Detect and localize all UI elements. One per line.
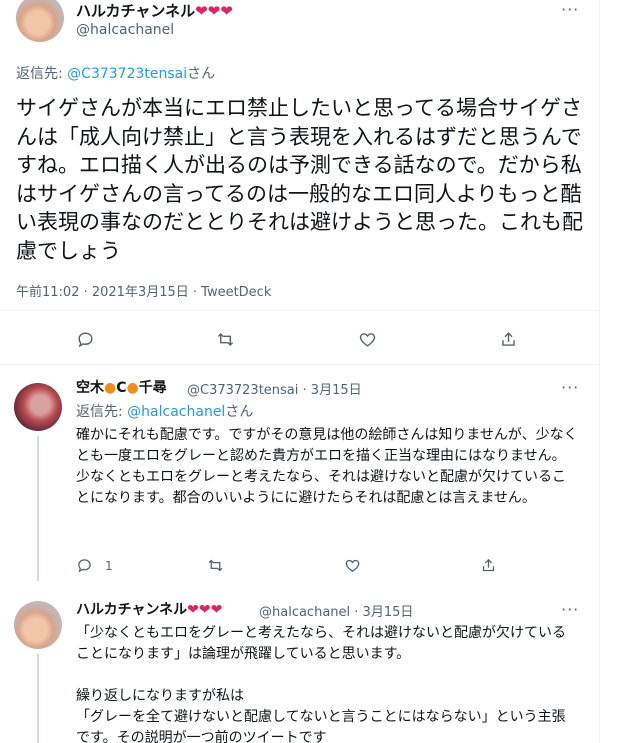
author-name-part: 千尋 — [138, 380, 167, 396]
tweet-date[interactable]: · 3月15日 — [303, 383, 362, 398]
reply-to-suffix: さん — [225, 404, 254, 420]
reply-button[interactable] — [76, 330, 95, 349]
reply-button[interactable]: 1 — [76, 557, 113, 574]
retweet-button[interactable] — [207, 557, 224, 574]
tweet-meta[interactable]: 午前11:02 · 2021年3月15日 · TweetDeck — [16, 281, 271, 300]
share-icon — [482, 558, 495, 572]
heart-emoji: ❤❤❤ — [187, 602, 223, 618]
reply-icon — [78, 559, 91, 573]
reply-to: 返信先: @C373723tensaiさん — [16, 63, 215, 83]
heart-icon — [345, 559, 360, 572]
reply-to-label: 返信先: — [76, 404, 128, 420]
tweet-text: 確かにそれも配慮です。ですがその意見は他の絵師さんは知りませんが、少なくとも一度… — [76, 427, 578, 506]
author-handle[interactable]: @halcachanel — [76, 22, 174, 38]
retweet-icon — [208, 559, 223, 572]
avatar[interactable] — [14, 601, 62, 649]
reply-count: 1 — [105, 558, 113, 573]
author-name-text: ハルカチャンネル — [76, 602, 188, 618]
tweet-text: サイゲさんが本当にエロ禁止したいと思ってる場合サイゲさんは「成人向け禁止」と言う… — [16, 96, 583, 263]
reply-to-mention[interactable]: @halcachanel — [127, 404, 225, 420]
like-button[interactable] — [344, 557, 361, 574]
more-icon[interactable]: ··· — [561, 380, 579, 396]
author-handle-text: @halcachanel — [259, 605, 351, 620]
divider — [0, 310, 600, 311]
retweet-button[interactable] — [216, 330, 235, 349]
reply-to-suffix: さん — [187, 66, 216, 82]
retweet-icon — [217, 332, 234, 347]
heart-emoji: ❤❤❤ — [195, 2, 233, 20]
like-button[interactable] — [358, 330, 377, 349]
tweet-date[interactable]: · 3月15日 — [354, 605, 413, 620]
tweet-thread: ハルカチャンネル❤❤❤ @halcachanel ··· 返信先: @C3737… — [0, 0, 600, 743]
author-name-text: ハルカチャンネル — [76, 2, 196, 20]
orange-emoji: ● — [126, 380, 139, 396]
author-handle[interactable]: @halcachanel · 3月15日 — [259, 601, 413, 620]
author-name-part: 空木 — [76, 380, 104, 396]
author-name[interactable]: ハルカチャンネル❤❤❤ — [76, 599, 222, 619]
orange-emoji: ● — [104, 380, 117, 396]
share-icon — [502, 332, 515, 346]
reply-to: 返信先: @halcachanelさん — [76, 401, 253, 421]
author-handle-text: @C373723tensai — [187, 383, 299, 398]
thread-line — [37, 654, 39, 743]
reply-icon — [78, 332, 93, 348]
heart-icon — [359, 333, 376, 347]
reply-to-mention[interactable]: @C373723tensai — [67, 66, 187, 82]
share-button[interactable] — [499, 330, 518, 349]
avatar[interactable] — [14, 383, 62, 431]
avatar[interactable] — [16, 0, 64, 42]
author-name-part: C — [116, 380, 127, 396]
reply-to-label: 返信先: — [16, 66, 68, 82]
tweet-text: 「少なくともエロをグレーと考えたなら、それは避けないと配慮が欠けていることになり… — [76, 625, 566, 743]
more-icon[interactable]: ··· — [561, 2, 579, 18]
more-icon[interactable]: ··· — [561, 602, 579, 618]
share-button[interactable] — [480, 557, 497, 574]
author-name[interactable]: 空木●C●千尋 — [76, 377, 167, 397]
divider — [0, 364, 600, 365]
author-handle[interactable]: @C373723tensai · 3月15日 — [187, 379, 362, 398]
author-name[interactable]: ハルカチャンネル❤❤❤ — [76, 0, 233, 21]
thread-line — [37, 436, 39, 581]
